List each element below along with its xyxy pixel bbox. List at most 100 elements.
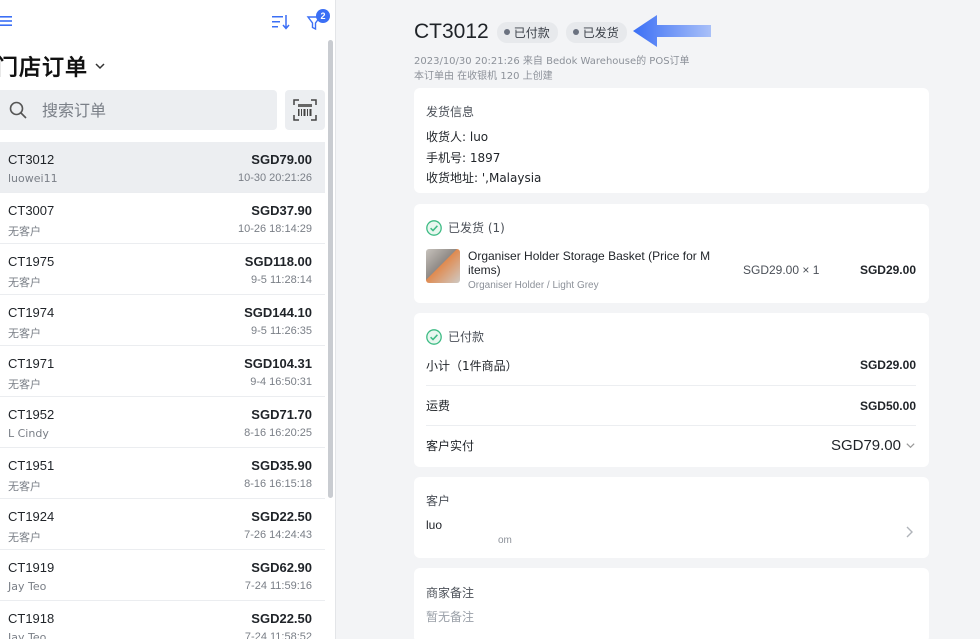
order-customer: 无客户 <box>8 378 41 391</box>
order-amount: SGD104.31 <box>244 356 312 371</box>
filter-count-badge: 2 <box>316 9 330 23</box>
order-id: CT1919 <box>8 560 55 575</box>
order-id: CT1974 <box>8 305 55 320</box>
order-id: CT1918 <box>8 611 55 626</box>
order-id: CT1971 <box>8 356 55 371</box>
order-amount: SGD79.00 <box>251 152 312 167</box>
order-amount: SGD144.10 <box>244 305 312 320</box>
order-amount: SGD35.90 <box>251 458 312 473</box>
order-list-pane: 2 门店订单 CT3012 SGD79.00 luowei11 10-30 20:21… <box>0 0 336 639</box>
status-dot <box>503 29 510 35</box>
order-amount: SGD22.50 <box>251 611 312 626</box>
order-id: CT3007 <box>8 203 55 218</box>
merchant-notes-heading: 商家备注 <box>426 586 475 600</box>
list-scrollbar[interactable] <box>328 40 333 498</box>
check-circle-icon <box>426 219 442 236</box>
order-customer: 无客户 <box>8 531 41 544</box>
order-time: 7-24 11:59:16 <box>244 580 312 592</box>
order-list-item[interactable]: CT1974 SGD144.10 无客户 9-5 11:26:35 <box>0 295 325 346</box>
order-id: CT1951 <box>8 458 55 473</box>
order-list-item[interactable]: CT1975 SGD118.00 无客户 9-5 11:28:14 <box>0 244 325 295</box>
receiver-phone: 手机号: 1897 <box>426 151 501 165</box>
status-badge-shipped: 已发货 <box>565 21 627 43</box>
order-list: CT3012 SGD79.00 luowei11 10-30 20:21:26 CT30… <box>0 142 325 639</box>
store-orders-dropdown[interactable]: 门店订单 <box>0 50 106 82</box>
shipping-fee-value: SGD50.00 <box>859 398 916 413</box>
fulfilled-heading-label: 已发货 (1) <box>448 221 505 235</box>
merchant-notes-card: 商家备注 暂无备注 <box>414 568 929 639</box>
shipping-info-card: 发货信息 收货人: luo 手机号: 1897 收货地址: ',Malaysia <box>414 88 929 193</box>
order-search-bar <box>0 90 277 130</box>
order-created-info: 2023/10/30 20:21:26 来自 Bedok Warehouse的 … <box>414 56 690 67</box>
customer-paid-value: SGD79.00 <box>830 437 901 454</box>
sort-icon[interactable] <box>272 14 290 30</box>
subtotal-label: 小计（1件商品） <box>426 358 518 373</box>
order-customer: 无客户 <box>8 480 41 493</box>
order-list-item[interactable]: CT1951 SGD35.90 无客户 8-16 16:15:18 <box>0 448 325 499</box>
status-paid-label: 已付款 <box>513 25 550 40</box>
order-customer: luowei11 <box>8 172 58 185</box>
order-list-item[interactable]: CT1919 SGD62.90 Jay Teo 7-24 11:59:16 <box>0 550 325 601</box>
order-customer: 无客户 <box>8 276 41 289</box>
order-amount: SGD62.90 <box>251 560 312 575</box>
order-list-item[interactable]: CT1952 SGD71.70 L Cindy 8-16 16:20:25 <box>0 397 325 448</box>
order-amount: SGD37.90 <box>251 203 312 218</box>
subtotal-value: SGD29.00 <box>859 358 916 372</box>
barcode-scan-icon <box>293 99 317 121</box>
chevron-down-icon <box>906 443 915 449</box>
fulfilled-heading: 已发货 (1) <box>426 219 505 236</box>
order-id: CT1924 <box>8 509 55 524</box>
order-time: 8-16 16:20:25 <box>244 427 312 439</box>
order-time: 7-26 14:24:43 <box>244 529 312 541</box>
shipping-fee-label: 运费 <box>426 399 451 413</box>
order-list-item[interactable]: CT1924 SGD22.50 无客户 7-26 14:24:43 <box>0 499 325 550</box>
order-detail-pane: CT3012 已付款 已发货 2023/10/30 20:21:26 来自 Be… <box>337 0 980 639</box>
order-list-item[interactable]: CT3012 SGD79.00 luowei11 10-30 20:21:26 <box>0 142 325 193</box>
product-thumbnail[interactable] <box>426 249 460 283</box>
list-toolbar: 2 <box>0 9 335 34</box>
fulfilled-items-card: 已发货 (1) Organiser Holder Storage Basket … <box>414 204 929 303</box>
customer-card[interactable]: 客户 luo om <box>414 477 929 558</box>
order-customer: Jay Teo <box>8 580 47 593</box>
store-title-label: 门店订单 <box>0 56 89 81</box>
order-amount: SGD118.00 <box>244 254 312 269</box>
order-customer: 无客户 <box>8 327 41 340</box>
order-register-info: 本订单由 在收银机 120 上创建 <box>414 71 553 82</box>
customer-email: om <box>498 535 512 546</box>
receiver-name: 收货人: luo <box>426 130 489 144</box>
shipping-fee-row: 运费 SGD50.00 <box>426 385 916 425</box>
order-id: CT1952 <box>8 407 55 422</box>
order-list-item[interactable]: CT3007 SGD37.90 无客户 10-26 18:14:29 <box>0 193 325 244</box>
order-time: 9-5 11:28:14 <box>251 274 312 286</box>
menu-icon[interactable] <box>0 14 12 28</box>
customer-paid-row[interactable]: 客户实付 SGD79.00 <box>426 425 916 465</box>
status-dot <box>572 29 579 35</box>
merchant-notes-empty: 暂无备注 <box>426 610 475 624</box>
chevron-down-icon <box>95 63 105 70</box>
order-time: 8-16 16:15:18 <box>244 478 312 490</box>
order-list-item[interactable]: CT1971 SGD104.31 无客户 9-4 16:50:31 <box>0 346 325 397</box>
search-input[interactable] <box>42 100 242 120</box>
payment-card: 已付款 小计（1件商品） SGD29.00 运费 SGD50.00 客户实付 S… <box>414 313 929 467</box>
order-amount: SGD71.70 <box>251 407 312 422</box>
status-shipped-label: 已发货 <box>582 25 619 40</box>
product-name[interactable]: Organiser Holder Storage Basket (Price f… <box>468 249 718 277</box>
line-total: SGD29.00 <box>859 263 916 277</box>
unit-price-quantity: SGD29.00 × 1 <box>743 263 820 277</box>
payment-heading-label: 已付款 <box>448 330 485 344</box>
check-circle-icon <box>426 328 442 345</box>
order-amount: SGD22.50 <box>251 509 312 524</box>
order-list-item[interactable]: CT1918 SGD22.50 Jay Teo 7-24 11:58:52 <box>0 601 325 639</box>
product-variant: Organiser Holder / Light Grey <box>468 280 599 291</box>
order-time: 9-5 11:26:35 <box>251 325 312 337</box>
order-time: 7-24 11:58:52 <box>244 631 312 639</box>
order-time: 10-26 18:14:29 <box>237 223 312 235</box>
order-customer: 无客户 <box>8 225 41 238</box>
customer-name: luo <box>426 518 443 532</box>
customer-paid-value-wrap: SGD79.00 <box>831 437 916 454</box>
customer-heading: 客户 <box>426 494 451 508</box>
order-customer: Jay Teo <box>8 631 47 639</box>
order-title: CT3012 <box>414 20 489 43</box>
search-icon <box>9 101 27 119</box>
scan-button[interactable] <box>285 90 325 130</box>
